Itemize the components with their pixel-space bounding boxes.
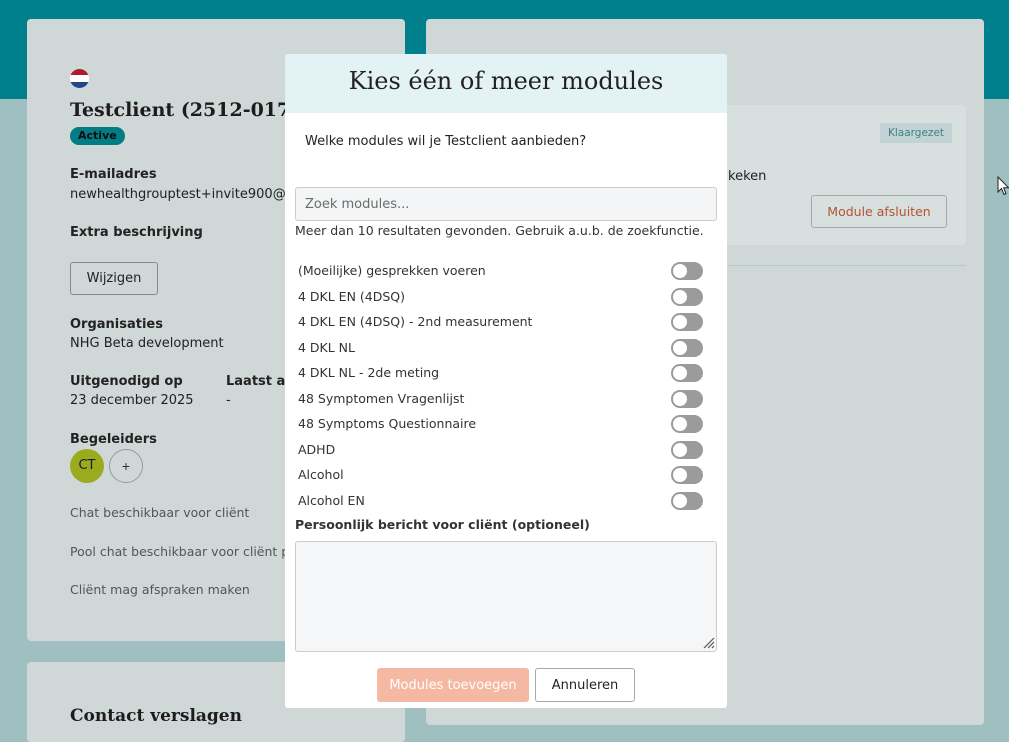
- module-toggle[interactable]: [671, 466, 703, 484]
- list-item: 4 DKL EN (4DSQ): [295, 285, 717, 311]
- list-item: 4 DKL EN (4DSQ) - 2nd measurement: [295, 310, 717, 336]
- list-item: Alcohol: [295, 463, 717, 489]
- module-toggle[interactable]: [671, 491, 703, 510]
- module-toggle[interactable]: [671, 338, 703, 357]
- contact-reports-title: Contact verslagen: [70, 706, 242, 726]
- list-item: (Moeilijke) gesprekken voeren: [295, 259, 717, 285]
- module-toggle[interactable]: [671, 389, 703, 408]
- status-badge: Active: [70, 127, 125, 145]
- module-label: ADHD: [298, 441, 336, 457]
- module-label: 48 Symptoms Questionnaire: [298, 416, 477, 431]
- module-label: Alcohol: [298, 467, 344, 482]
- list-item: 48 Symptoms Questionnaire: [295, 412, 717, 438]
- pool-chat-setting-label: Pool chat beschikbaar voor cliënt poo: [70, 544, 305, 559]
- mouse-cursor-icon: [997, 176, 1009, 196]
- supervisors-label: Begeleiders: [70, 432, 157, 447]
- list-item: Alcohol EN: [295, 489, 717, 515]
- module-label: 4 DKL NL: [298, 339, 356, 355]
- list-item: ADHD: [295, 438, 717, 464]
- add-modules-button[interactable]: Modules toevoegen: [377, 668, 529, 702]
- invited-label: Uitgenodigd op: [70, 374, 183, 389]
- email-label: E-mailadres: [70, 167, 157, 182]
- dialog-header: Kies één of meer modules: [285, 54, 727, 113]
- edit-button[interactable]: Wijzigen: [70, 262, 158, 295]
- cancel-button[interactable]: Annuleren: [535, 668, 635, 702]
- dutch-flag-icon: [70, 69, 89, 88]
- dialog-title: Kies één of meer modules: [348, 67, 664, 95]
- organisations-label: Organisaties: [70, 317, 163, 332]
- organisations-value: NHG Beta development: [70, 336, 224, 351]
- module-toggle[interactable]: [671, 415, 703, 433]
- module-toggle[interactable]: [671, 287, 703, 306]
- module-label: Alcohol EN: [298, 492, 365, 508]
- module-search-input[interactable]: [295, 187, 717, 221]
- personal-message-field[interactable]: [295, 541, 717, 652]
- message-label: Persoonlijk bericht voor cliënt (optione…: [295, 517, 590, 532]
- search-hint: Meer dan 10 resultaten gevonden. Gebruik…: [295, 223, 704, 238]
- module-label: 48 Symptomen Vragenlijst: [298, 390, 465, 406]
- client-name: Testclient (2512-0178): [70, 99, 313, 121]
- module-toggle[interactable]: [671, 313, 703, 331]
- divider: [728, 265, 966, 266]
- module-text-fragment: keken: [728, 169, 767, 184]
- module-label: 4 DKL NL - 2de meting: [298, 365, 440, 380]
- description-label: Extra beschrijving: [70, 225, 203, 240]
- chat-setting-label: Chat beschikbaar voor cliënt: [70, 505, 250, 520]
- module-label: (Moeilijke) gesprekken voeren: [298, 263, 486, 278]
- choose-modules-dialog: Kies één of meer modules Welke modules w…: [285, 54, 727, 708]
- appointments-setting-label: Cliënt mag afspraken maken: [70, 582, 250, 597]
- list-item: 48 Symptomen Vragenlijst: [295, 387, 717, 413]
- module-toggle[interactable]: [671, 440, 703, 459]
- avatar[interactable]: CT: [70, 449, 104, 483]
- add-supervisor-button[interactable]: +: [109, 449, 143, 483]
- module-label: 4 DKL EN (4DSQ): [298, 288, 406, 304]
- module-toggle[interactable]: [671, 364, 703, 382]
- last-active-value: -: [226, 393, 231, 408]
- module-status-tag: Klaargezet: [880, 123, 953, 143]
- resize-grip-icon[interactable]: [701, 635, 715, 649]
- module-toggle[interactable]: [671, 262, 703, 280]
- invited-value: 23 december 2025: [70, 393, 194, 408]
- module-label: 4 DKL EN (4DSQ) - 2nd measurement: [298, 314, 533, 329]
- dialog-question: Welke modules wil je Testclient aanbiede…: [305, 134, 587, 149]
- module-list: (Moeilijke) gesprekken voeren 4 DKL EN (…: [295, 259, 717, 514]
- close-module-button[interactable]: Module afsluiten: [811, 195, 947, 228]
- email-value: newhealthgrouptest+invite900@gm: [70, 187, 307, 202]
- list-item: 4 DKL NL: [295, 336, 717, 362]
- list-item: 4 DKL NL - 2de meting: [295, 361, 717, 387]
